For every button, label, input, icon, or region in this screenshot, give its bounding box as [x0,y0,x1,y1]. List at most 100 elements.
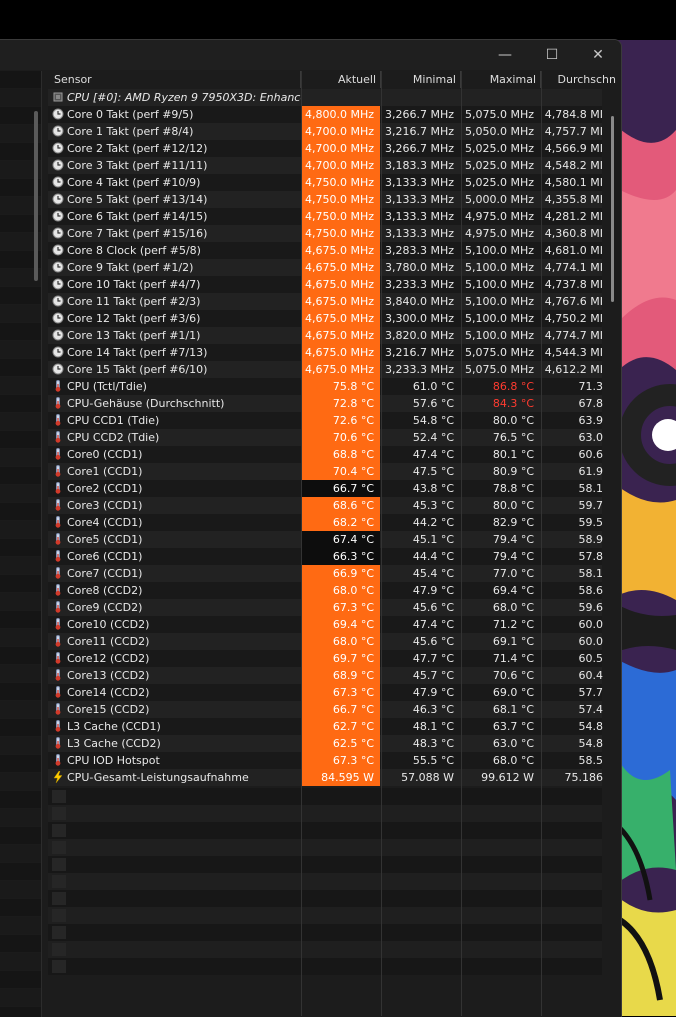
column-header-max[interactable]: Maximal [461,71,541,88]
column-header-current[interactable]: Aktuell [301,71,381,88]
sensor-row[interactable]: CPU CCD2 (Tdie) 70.6 °C 52.4 °C 76.5 °C 63.0 [48,429,604,446]
sensor-row[interactable]: Core 5 Takt (perf #13/14) 4,750.0 MHz 3,13… [48,191,603,208]
min-value: 3,133.3 MHz [384,227,454,240]
sensor-row[interactable]: Core12 (CCD2) 69.7 °C 47.7 °C 71.4 °C 60.5 [48,650,603,667]
min-value: 61.0 °C [412,380,454,393]
left-pane-row [0,305,41,323]
max-value: 68.1 °C [492,703,534,716]
close-button[interactable]: ✕ [575,40,621,70]
max-value: 80.9 °C [492,465,534,478]
sensor-row[interactable]: Core 3 Takt (perf #11/11) 4,700.0 MHz 3,18… [48,157,603,174]
sensor-row[interactable]: Core 13 Takt (perf #1/1) 4,675.0 MHz 3,820… [48,327,603,344]
empty-row-stub [52,841,66,854]
sensor-row[interactable]: Core 12 Takt (perf #3/6) 4,675.0 MHz 3,300… [48,310,603,327]
current-value: 4,675.0 MHz [301,276,380,293]
sensor-name: Core9 (CCD2) [67,601,143,614]
sensor-row[interactable]: Core9 (CCD2) 67.3 °C 45.6 °C 68.0 °C 59.6 [48,599,603,616]
sensor-name-cell: Core 10 Takt (perf #4/7) [48,276,301,293]
sensor-name-cell: Core 3 Takt (perf #11/11) [48,157,301,174]
sensor-row[interactable]: Core 15 Takt (perf #6/10) 4,675.0 MHz 3,23… [48,361,603,378]
left-sensor-pane[interactable] [0,71,42,1017]
sensor-name: Core14 (CCD2) [67,686,150,699]
sensor-row[interactable]: Core8 (CCD2) 68.0 °C 47.9 °C 69.4 °C 58.6 [48,582,603,599]
sensor-row[interactable]: Core 9 Takt (perf #1/2) 4,675.0 MHz 3,780.… [48,259,603,276]
empty-row [48,873,602,890]
sensor-name: Core 8 Clock (perf #5/8) [67,244,201,257]
sensor-row[interactable]: Core5 (CCD1) 67.4 °C 45.1 °C 79.4 °C 58.9 [48,531,603,548]
sensor-row[interactable]: CPU CCD1 (Tdie) 72.6 °C 54.8 °C 80.0 °C 63.9 [48,412,603,429]
sensor-row[interactable]: Core 8 Clock (perf #5/8) 4,675.0 MHz 3,283… [48,242,603,259]
sensor-name: Core11 (CCD2) [67,635,150,648]
group-label: CPU [#0]: AMD Ryzen 9 7950X3D: Enhanced [67,91,301,104]
column-header-sensor[interactable]: Sensor [48,71,301,88]
clock-icon [52,312,64,324]
sensor-row[interactable]: Core7 (CCD1) 66.9 °C 45.4 °C 77.0 °C 58.1 [48,565,603,582]
left-pane-row [0,737,41,755]
min-value: 3,133.3 MHz [384,176,454,189]
avg-value: 63.0 [578,431,604,444]
current-value: 72.6 °C [301,412,380,429]
sensor-row[interactable]: Core11 (CCD2) 68.0 °C 45.6 °C 69.1 °C 60.0 [48,633,603,650]
sensor-row[interactable]: Core 2 Takt (perf #12/12) 4,700.0 MHz 3,26… [48,140,603,157]
max-value: 82.9 °C [492,516,534,529]
sensor-row[interactable]: CPU (Tctl/Tdie) 75.8 °C 61.0 °C 86.8 °C 71.3 [48,378,603,395]
empty-row-stub [52,875,66,888]
min-value: 55.5 °C [412,754,454,767]
sensor-row[interactable]: Core 1 Takt (perf #8/4) 4,700.0 MHz 3,216.… [48,123,603,140]
empty-row-stub [52,943,66,956]
thermometer-icon [52,397,64,409]
left-pane-row [0,629,41,647]
column-header-min[interactable]: Minimal [381,71,461,88]
sensor-row[interactable]: Core14 (CCD2) 67.3 °C 47.9 °C 69.0 °C 57.7 [48,684,603,701]
max-value: 86.8 °C [492,380,534,393]
sensor-row[interactable]: CPU IOD Hotspot 67.3 °C 55.5 °C 68.0 °C 58.5 [48,752,604,769]
minimize-button[interactable]: — [482,40,528,70]
lightning-icon [52,770,64,784]
current-value: 4,675.0 MHz [301,259,380,276]
sensor-row[interactable]: Core 14 Takt (perf #7/13) 4,675.0 MHz 3,21… [48,344,603,361]
sensor-name: Core 12 Takt (perf #3/6) [67,312,201,325]
sensor-row[interactable]: Core0 (CCD1) 68.8 °C 47.4 °C 80.1 °C 60.6 [48,446,603,463]
thermometer-icon [52,533,64,545]
empty-row [48,788,602,805]
sensor-row[interactable]: Core15 (CCD2) 66.7 °C 46.3 °C 68.1 °C 57.4 [48,701,603,718]
left-pane-row [0,539,41,557]
sensor-row[interactable]: CPU-Gesamt-Leistungsaufnahme 84.595 W 57.0… [48,769,603,786]
max-value: 5,100.0 MHz [464,261,534,274]
table-scrollbar[interactable] [611,116,614,302]
sensor-row[interactable]: Core 4 Takt (perf #10/9) 4,750.0 MHz 3,133… [48,174,603,191]
left-pane-scrollbar[interactable] [34,111,38,281]
sensor-row[interactable]: Core 10 Takt (perf #4/7) 4,675.0 MHz 3,233… [48,276,603,293]
sensor-row[interactable]: Core13 (CCD2) 68.9 °C 45.7 °C 70.6 °C 60.4 [48,667,603,684]
current-value: 4,700.0 MHz [301,157,380,174]
maximize-button[interactable]: ☐ [529,40,575,70]
sensor-row[interactable]: CPU-Gehäuse (Durchschnitt) 72.8 °C 57.6 °C… [48,395,603,412]
left-pane-row [0,413,41,431]
title-bar[interactable]: — ☐ ✕ [0,40,621,70]
sensor-row[interactable]: Core1 (CCD1) 70.4 °C 47.5 °C 80.9 °C 61.9 [48,463,603,480]
min-value: 3,283.3 MHz [384,244,454,257]
sensor-row[interactable]: L3 Cache (CCD1) 62.7 °C 48.1 °C 63.7 °C 54.8 [48,718,603,735]
sensor-row[interactable]: Core10 (CCD2) 69.4 °C 47.4 °C 71.2 °C 60.0 [48,616,604,633]
sensor-row[interactable]: Core 7 Takt (perf #15/16) 4,750.0 MHz 3,13… [48,225,603,242]
max-value: 84.3 °C [492,397,534,410]
sensor-row[interactable]: L3 Cache (CCD2) 62.5 °C 48.3 °C 63.0 °C 54.8 [48,735,603,752]
sensor-row[interactable]: Core2 (CCD1) 66.7 °C 43.8 °C 78.8 °C 58.1 [48,480,603,497]
avg-value: 60.0 [578,618,604,631]
group-header-row[interactable]: CPU [#0]: AMD Ryzen 9 7950X3D: Enhanced [48,89,602,106]
sensor-name: CPU CCD1 (Tdie) [67,414,160,427]
sensor-row[interactable]: Core 11 Takt (perf #2/3) 4,675.0 MHz 3,840… [48,293,603,310]
min-value: 54.8 °C [412,414,454,427]
current-value: 67.3 °C [301,599,380,616]
sensor-name-cell: Core15 (CCD2) [48,701,301,718]
sensor-row[interactable]: Core4 (CCD1) 68.2 °C 44.2 °C 82.9 °C 59.5 [48,514,603,531]
max-value: 5,025.0 MHz [464,142,534,155]
avg-value: 58.5 [578,754,604,767]
sensor-row[interactable]: Core3 (CCD1) 68.6 °C 45.3 °C 80.0 °C 59.7 [48,497,603,514]
current-value: 84.595 W [301,769,380,786]
sensor-row[interactable]: Core 0 Takt (perf #9/5) 4,800.0 MHz 3,266.… [48,106,603,123]
sensor-row[interactable]: Core 6 Takt (perf #14/15) 4,750.0 MHz 3,13… [48,208,603,225]
column-header-avg[interactable]: Durchschn [541,71,620,88]
left-pane-row [0,665,41,683]
sensor-row[interactable]: Core6 (CCD1) 66.3 °C 44.4 °C 79.4 °C 57.8 [48,548,603,565]
